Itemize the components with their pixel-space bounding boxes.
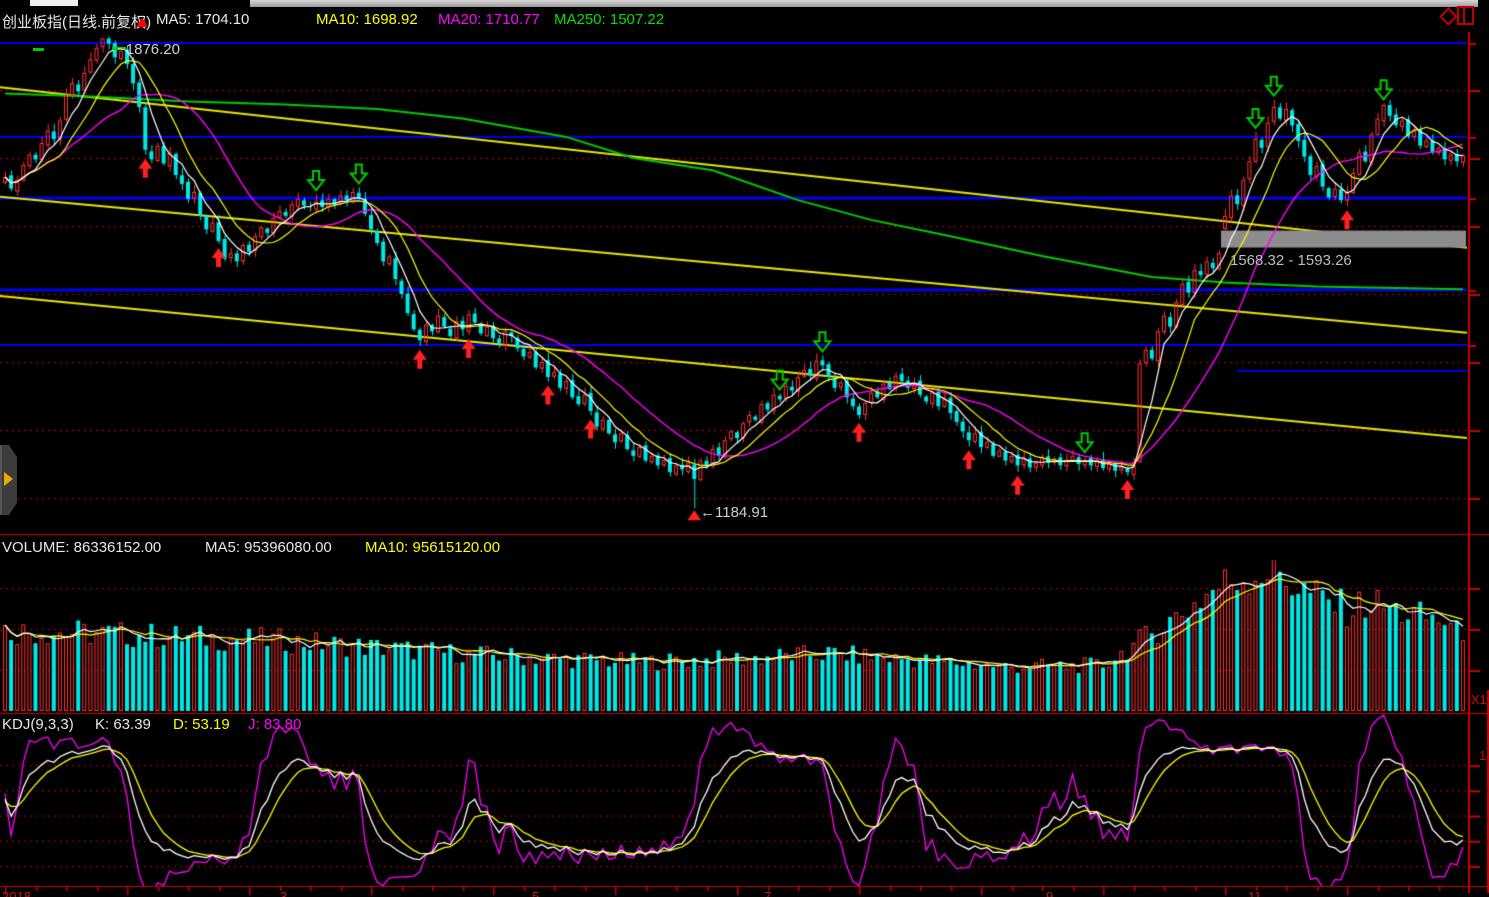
expand-arrow-icon bbox=[4, 472, 13, 486]
ma250-value: MA250: 1507.22 bbox=[554, 11, 664, 28]
x-scale-badge: X1 bbox=[1471, 692, 1487, 707]
x-axis-label: 7 bbox=[764, 889, 771, 897]
up-arrow-icon bbox=[136, 14, 145, 31]
chart-canvas[interactable] bbox=[0, 0, 1489, 897]
kdj-header: KDJ(9,3,3) K: 63.39 D: 53.19 J: 83.80 bbox=[0, 716, 1489, 736]
x-axis-label: 3 bbox=[280, 889, 287, 897]
kdj-name: KDJ(9,3,3) bbox=[2, 716, 74, 733]
green-tick-icon bbox=[33, 48, 44, 51]
gap-range-label: 1568.32 - 1593.26 bbox=[1230, 252, 1352, 269]
kdj-d-value: D: 53.19 bbox=[173, 716, 230, 733]
volume-ma10-value: MA10: 95615120.00 bbox=[365, 539, 500, 556]
trough-price-label: ←1184.91 bbox=[700, 504, 768, 521]
kdj-j-value: J: 83.80 bbox=[248, 716, 301, 733]
ma5-value: MA5: 1704.10 bbox=[156, 11, 249, 28]
ma20-value: MA20: 1710.77 bbox=[438, 11, 540, 28]
volume-header: VOLUME: 86336152.00 MA5: 95396080.00 MA1… bbox=[0, 539, 1489, 559]
stock-chart-app: 创业板指(日线.前复权) MA5: 1704.10 MA10: 1698.92 … bbox=[0, 0, 1489, 897]
axis-label-fragment: 1 bbox=[1479, 748, 1486, 763]
window-strip-fragment bbox=[30, 0, 78, 6]
kdj-k-value: K: 63.39 bbox=[95, 716, 151, 733]
x-axis-label: 5 bbox=[532, 889, 539, 897]
chart-header: 创业板指(日线.前复权) MA5: 1704.10 MA10: 1698.92 … bbox=[0, 9, 1489, 33]
x-axis-label: 2018 bbox=[2, 889, 31, 897]
ma10-value: MA10: 1698.92 bbox=[316, 11, 418, 28]
x-axis-label: 11 bbox=[1248, 889, 1262, 897]
instrument-title: 创业板指(日线.前复权) bbox=[2, 11, 151, 32]
volume-ma5-value: MA5: 95396080.00 bbox=[205, 539, 332, 556]
peak-price-label: ~1876.20 bbox=[117, 41, 180, 58]
split-pane-icon[interactable] bbox=[1457, 6, 1474, 25]
volume-value: VOLUME: 86336152.00 bbox=[2, 539, 161, 556]
x-axis-label: 9 bbox=[1046, 889, 1053, 897]
window-titlebar-fragment bbox=[250, 0, 1478, 7]
